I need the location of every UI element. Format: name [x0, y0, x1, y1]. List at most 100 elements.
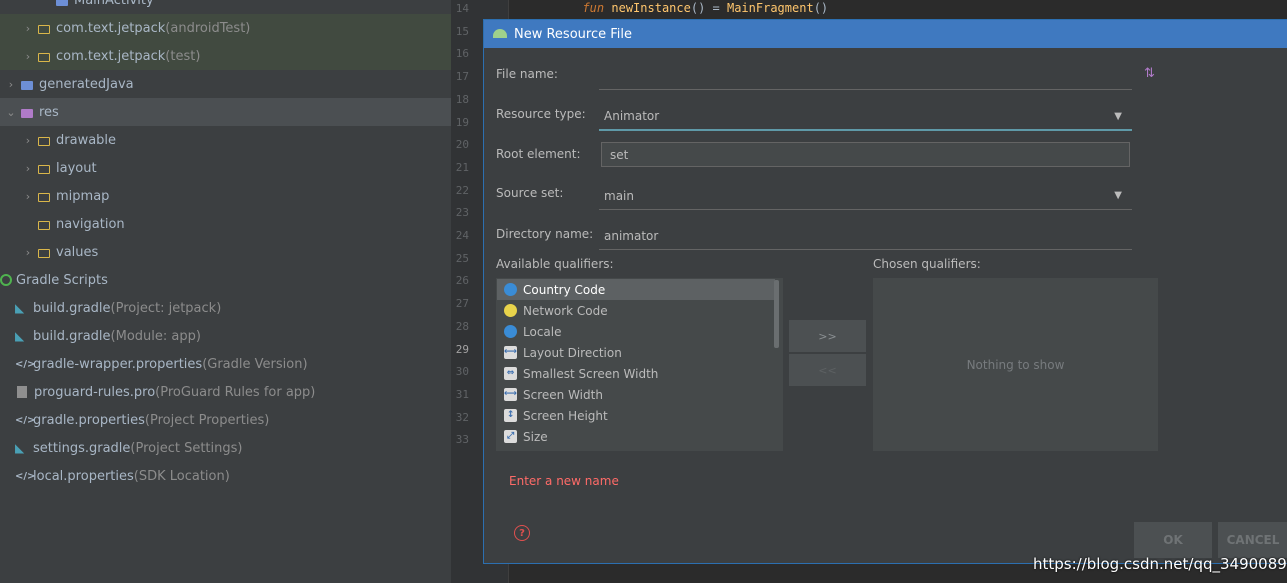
- tree-item[interactable]: › com.text.jetpack (test): [0, 42, 473, 70]
- tree-item[interactable]: › drawable: [0, 126, 473, 154]
- folder-icon: [21, 80, 33, 90]
- line-number: 32: [455, 410, 469, 424]
- tree-item[interactable]: </> gradle-wrapper.properties (Gradle Ver…: [0, 350, 466, 378]
- qualifier-item[interactable]: Locale: [497, 321, 775, 342]
- qualifier-item[interactable]: ⟷ Screen Width: [497, 384, 775, 405]
- root-element-label: Root element:: [496, 147, 581, 161]
- locale-icon: [504, 325, 517, 338]
- tree-item[interactable]: › generatedJava: [0, 70, 456, 98]
- tree-item-suffix: (ProGuard Rules for app): [155, 384, 316, 400]
- smallest-width-icon: ⇔: [504, 367, 517, 380]
- code-function: newInstance: [611, 1, 691, 15]
- sort-icon[interactable]: ⇅: [1144, 66, 1155, 81]
- tree-item[interactable]: › com.text.jetpack (androidTest): [0, 14, 473, 42]
- tree-item-label: navigation: [56, 216, 125, 232]
- android-icon: [493, 28, 507, 38]
- tree-item-label: drawable: [56, 132, 117, 148]
- tree-item[interactable]: › mipmap: [0, 182, 473, 210]
- properties-file-icon: </>: [15, 358, 36, 370]
- tree-item-label: local.properties: [33, 468, 134, 484]
- line-number: 19: [455, 115, 469, 129]
- line-number: 31: [455, 387, 469, 401]
- tree-item-label: mipmap: [56, 188, 110, 204]
- directory-name-label: Directory name:: [496, 227, 594, 241]
- tree-item-label: res: [39, 104, 59, 120]
- tree-item[interactable]: </> gradle.properties (Project Properties…: [0, 406, 466, 434]
- tree-item-label: gradle-wrapper.properties: [33, 356, 203, 372]
- file-name-field[interactable]: [599, 66, 1132, 90]
- qualifier-label: Country Code: [523, 282, 606, 297]
- qualifier-item[interactable]: Country Code: [497, 279, 775, 300]
- folder-icon: [38, 248, 50, 258]
- tree-item[interactable]: proguard-rules.pro (ProGuard Rules for a…: [0, 378, 466, 406]
- resource-type-select[interactable]: Animator ▼: [599, 103, 1132, 131]
- folder-icon: [38, 192, 50, 202]
- line-number: 20: [455, 138, 469, 152]
- chevron-right-icon[interactable]: ›: [22, 190, 34, 203]
- tree-item-label: com.text.jetpack: [56, 48, 166, 64]
- chevron-right-icon[interactable]: ›: [5, 78, 17, 91]
- qualifier-label: Screen Height: [523, 408, 608, 423]
- available-qualifiers-label: Available qualifiers:: [496, 257, 614, 271]
- root-element-field[interactable]: set: [601, 142, 1130, 167]
- source-set-label: Source set:: [496, 186, 564, 200]
- help-icon[interactable]: ?: [514, 525, 530, 541]
- tree-item[interactable]: ›navigation: [0, 210, 473, 238]
- qualifier-label: Network Code: [523, 303, 608, 318]
- dialog-title: New Resource File: [514, 26, 632, 42]
- resource-type-label: Resource type:: [496, 107, 586, 121]
- ok-button[interactable]: OK: [1134, 522, 1212, 558]
- tree-item[interactable]: ⌄ res: [0, 98, 456, 126]
- tree-item[interactable]: Gradle Scripts: [0, 266, 451, 294]
- line-number: 33: [455, 433, 469, 447]
- tree-item[interactable]: ◣ settings.gradle (Project Settings): [0, 434, 466, 462]
- chevron-right-icon[interactable]: ›: [22, 50, 34, 63]
- tree-item[interactable]: ›MainActivity: [0, 0, 491, 14]
- watermark-text: https://blog.csdn.net/qq_34900897: [1033, 555, 1287, 573]
- chevron-down-icon[interactable]: ⌄: [5, 106, 17, 119]
- tree-item-suffix: (Project Settings): [130, 440, 243, 456]
- folder-icon: [38, 24, 50, 34]
- chevron-down-icon: ▼: [1114, 110, 1122, 122]
- line-number: 16: [455, 47, 469, 61]
- tree-item[interactable]: ◣ build.gradle (Project: jetpack): [0, 294, 466, 322]
- qualifier-label: Size: [523, 429, 548, 444]
- chevron-right-icon[interactable]: ›: [22, 134, 34, 147]
- tree-item-suffix: (Gradle Version): [202, 356, 308, 372]
- globe-icon: [504, 283, 517, 296]
- network-icon: [504, 304, 517, 317]
- chosen-qualifiers-list[interactable]: Nothing to show: [873, 278, 1158, 451]
- tree-item[interactable]: </> local.properties (SDK Location): [0, 462, 466, 490]
- dialog-title-bar[interactable]: New Resource File: [484, 20, 1287, 48]
- tree-item-label: values: [56, 244, 99, 260]
- qualifiers-scrollbar[interactable]: [774, 280, 779, 348]
- qualifier-label: Screen Width: [523, 387, 603, 402]
- qualifier-item[interactable]: ⇔ Smallest Screen Width: [497, 363, 775, 384]
- line-number: 29: [455, 342, 469, 356]
- folder-icon: [38, 220, 50, 230]
- add-qualifier-button[interactable]: >>: [789, 320, 866, 352]
- tree-item-suffix: (Module: app): [110, 328, 201, 344]
- code-rest: () =: [690, 1, 727, 15]
- line-number: 21: [455, 160, 469, 174]
- chevron-right-icon[interactable]: ›: [22, 246, 34, 259]
- qualifier-item[interactable]: ⤢ Size: [497, 426, 775, 447]
- code-keyword: fun: [582, 1, 605, 15]
- remove-qualifier-button[interactable]: <<: [789, 354, 866, 386]
- available-qualifiers-list[interactable]: Country Code Network Code Locale ⟷ Layout Di…: [496, 278, 783, 451]
- tree-item[interactable]: › layout: [0, 154, 473, 182]
- qualifier-item[interactable]: Network Code: [497, 300, 775, 321]
- gradle-scripts-icon: [0, 274, 12, 286]
- source-set-select[interactable]: main ▼: [599, 182, 1132, 210]
- chevron-right-icon[interactable]: ›: [22, 162, 34, 175]
- cancel-button[interactable]: CANCEL: [1218, 522, 1287, 558]
- directory-name-field[interactable]: animator: [599, 222, 1132, 250]
- chevron-right-icon[interactable]: ›: [22, 22, 34, 35]
- qualifier-item[interactable]: ↕ Screen Height: [497, 405, 775, 426]
- tree-item[interactable]: ◣ build.gradle (Module: app): [0, 322, 466, 350]
- tree-item[interactable]: › values: [0, 238, 473, 266]
- qualifier-item[interactable]: ⟷ Layout Direction: [497, 342, 775, 363]
- screen-width-icon: ⟷: [504, 388, 517, 401]
- line-number: 24: [455, 229, 469, 242]
- screen-height-icon: ↕: [504, 409, 517, 422]
